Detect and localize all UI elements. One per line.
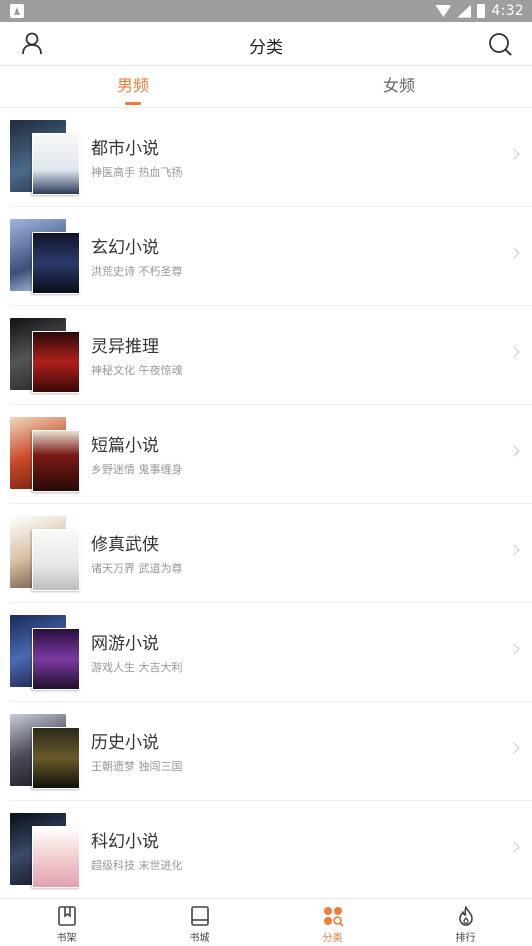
nav-label: 排行	[455, 933, 476, 944]
cover-front-image	[32, 133, 80, 195]
cover-front-image	[32, 331, 80, 393]
category-tags: 诸天万界 武道为尊	[91, 562, 183, 575]
page-title: 分类	[249, 38, 283, 58]
category-name: 修真武侠	[91, 535, 159, 555]
nav-category[interactable]: 分类	[266, 899, 399, 946]
category-covers	[10, 120, 80, 195]
category-tags: 超级科技 末世进化	[91, 859, 183, 872]
status-time: 4:32	[491, 3, 524, 19]
category-covers	[10, 417, 80, 492]
nav-label: 书架	[56, 933, 77, 944]
wifi-icon	[435, 5, 452, 17]
search-icon	[489, 33, 512, 56]
cover-front-image	[32, 232, 80, 294]
category-name: 历史小说	[91, 733, 159, 753]
nav-bookstore[interactable]: 书城	[133, 899, 266, 946]
category-name: 短篇小说	[91, 436, 159, 456]
category-tags: 神秘文化 午夜惊魂	[91, 364, 183, 377]
chevron-right-icon	[508, 445, 520, 457]
bookmark-book-icon	[58, 906, 76, 926]
nav-bookshelf[interactable]: 书架	[0, 899, 133, 946]
category-tags: 神医高手 热血飞扬	[91, 166, 183, 179]
battery-icon	[477, 4, 486, 18]
category-tags: 王朝遗梦 独闯三国	[91, 760, 183, 773]
category-dots-icon	[324, 907, 344, 927]
nav-ranking[interactable]: 排行	[399, 899, 532, 946]
flame-icon	[459, 906, 473, 926]
tab-female[interactable]: 女频	[266, 66, 532, 108]
cover-front-image	[32, 628, 80, 690]
category-row-supernatural[interactable]: 灵异推理 神秘文化 午夜惊魂	[10, 306, 532, 405]
cover-front-image	[32, 727, 80, 789]
category-row-scifi[interactable]: 科幻小说 超级科技 末世进化	[10, 801, 532, 900]
category-covers	[10, 813, 80, 888]
gender-tabs: 男频 女频	[0, 66, 532, 108]
bottom-nav: 书架 书城 分类 排行	[0, 898, 532, 946]
category-covers	[10, 318, 80, 393]
category-row-xianxia[interactable]: 修真武侠 诸天万界 武道为尊	[10, 504, 532, 603]
chevron-right-icon	[508, 346, 520, 358]
category-covers	[10, 714, 80, 789]
category-list: 都市小说 神医高手 热血飞扬 玄幻小说 洪荒史诗 不朽圣尊 灵异推理 神秘文化 …	[0, 108, 532, 900]
category-row-urban[interactable]: 都市小说 神医高手 热血飞扬	[10, 108, 532, 207]
signal-icon	[457, 4, 472, 18]
active-tab-indicator	[125, 102, 141, 105]
chevron-right-icon	[508, 544, 520, 556]
chevron-right-icon	[508, 742, 520, 754]
nav-label: 分类	[322, 933, 343, 944]
category-row-fantasy[interactable]: 玄幻小说 洪荒史诗 不朽圣尊	[10, 207, 532, 306]
status-bar: 4:32	[0, 0, 532, 22]
cover-front-image	[32, 826, 80, 888]
nav-label: 书城	[189, 933, 210, 944]
chevron-right-icon	[508, 841, 520, 853]
book-icon	[191, 906, 209, 926]
category-tags: 洪荒史诗 不朽圣尊	[91, 265, 183, 278]
category-tags: 游戏人生 大吉大利	[91, 661, 183, 674]
category-name: 玄幻小说	[91, 238, 159, 258]
notification-icon	[10, 4, 24, 18]
search-button[interactable]	[486, 30, 514, 58]
status-icons: 4:32	[435, 2, 524, 20]
category-row-online-game[interactable]: 网游小说 游戏人生 大吉大利	[10, 603, 532, 702]
category-covers	[10, 219, 80, 294]
cover-front-image	[32, 430, 80, 492]
chevron-right-icon	[508, 247, 520, 259]
chevron-right-icon	[508, 643, 520, 655]
category-covers	[10, 615, 80, 690]
chevron-right-icon	[508, 148, 520, 160]
category-row-history[interactable]: 历史小说 王朝遗梦 独闯三国	[10, 702, 532, 801]
category-covers	[10, 516, 80, 591]
app-header: 分类	[0, 22, 532, 66]
category-name: 都市小说	[91, 139, 159, 159]
category-name: 网游小说	[91, 634, 159, 654]
category-tags: 乡野迷情 鬼事缠身	[91, 463, 183, 476]
cover-front-image	[32, 529, 80, 591]
category-name: 灵异推理	[91, 337, 159, 357]
category-row-short-story[interactable]: 短篇小说 乡野迷情 鬼事缠身	[10, 405, 532, 504]
category-name: 科幻小说	[91, 832, 159, 852]
